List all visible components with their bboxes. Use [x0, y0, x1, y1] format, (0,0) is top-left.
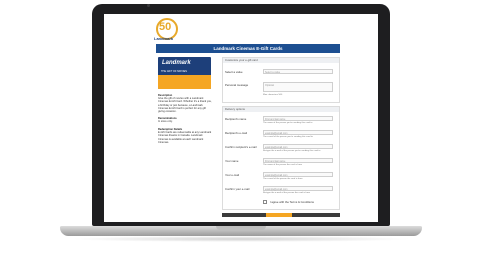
delivery-header: Delivery options — [223, 107, 339, 112]
logo[interactable]: 50 Landmark — [154, 18, 180, 44]
card-stripe — [158, 75, 211, 89]
submit-button[interactable] — [266, 213, 292, 217]
your-email-label: Your e-mail — [225, 173, 240, 177]
select-label: Select a value — [225, 70, 243, 74]
recipient-email-input[interactable]: example@email.com — [263, 130, 333, 135]
redemption-body: E-Gift Cards are redeemable at any Landm… — [158, 131, 212, 144]
your-name-hint: The name of the person the card is from — [263, 164, 302, 166]
card-brand: Landmark — [162, 60, 191, 66]
recipient-name-input[interactable]: First and last name — [263, 116, 333, 121]
description-body: Give the gift of movies with a Landmark … — [158, 97, 212, 114]
denominations-block: Denominations In store only. — [158, 117, 213, 123]
confirm-your-email-hint: Re-type the e-mail of the person the car… — [263, 192, 310, 194]
terms-checkbox[interactable] — [263, 200, 267, 205]
camera-icon — [147, 4, 150, 7]
terms-checkbox-row[interactable]: I agree with the Terms & Conditions — [263, 200, 314, 205]
message-label: Personal message — [225, 83, 249, 87]
logo-brand: Landmark — [154, 36, 174, 41]
terms-label: I agree with the Terms & Conditions — [269, 200, 314, 204]
message-hint: Max characters 500 — [263, 94, 283, 96]
logo-number: 50 — [159, 21, 172, 33]
recipient-name-hint: The name of the person you're sending th… — [263, 122, 313, 124]
page-title: Landmark Cinemas E-Gift Cards — [156, 44, 340, 53]
laptop-notch — [216, 226, 266, 230]
your-name-label: Your name — [225, 159, 239, 163]
confirm-your-email-label: Confirm your e-mail — [225, 187, 250, 191]
recipient-name-label: Recipient's name — [225, 117, 247, 121]
screen: 50 Landmark Landmark Cinemas E-Gift Card… — [104, 14, 378, 222]
your-email-hint: The e-mail of the person the card is fro… — [263, 178, 303, 180]
customize-panel: Customize your e-gift card Select a valu… — [222, 57, 340, 103]
confirm-recipient-email-input[interactable]: example@email.com — [263, 144, 333, 149]
recipient-email-hint: The e-mail of the person you're sending … — [263, 136, 313, 138]
delivery-panel: Delivery options Recipient's name First … — [222, 106, 340, 210]
your-name-input[interactable]: First and last name — [263, 158, 333, 163]
gift-card-image: Landmark THE GIFT OF MOVIES — [158, 57, 211, 89]
confirm-your-email-input[interactable]: example@email.com — [263, 186, 333, 191]
card-text: THE GIFT OF MOVIES — [161, 70, 187, 73]
description-block: Description Give the gift of movies with… — [158, 94, 213, 113]
laptop-shadow — [70, 236, 412, 242]
confirm-recipient-email-hint: Re-type the e-mail of the person you're … — [263, 150, 321, 152]
value-select[interactable]: Select a value — [263, 69, 333, 74]
confirm-recipient-email-label: Confirm recipient's e-mail — [225, 145, 257, 149]
denominations-body: In store only. — [158, 120, 173, 124]
your-email-input[interactable]: example@email.com — [263, 172, 333, 177]
message-textarea[interactable]: Optional — [263, 82, 333, 92]
redemption-block: Redemption Details E-Gift Cards are rede… — [158, 128, 213, 144]
recipient-email-label: Recipient's e-mail — [225, 131, 247, 135]
customize-header: Customize your e-gift card — [223, 58, 339, 63]
